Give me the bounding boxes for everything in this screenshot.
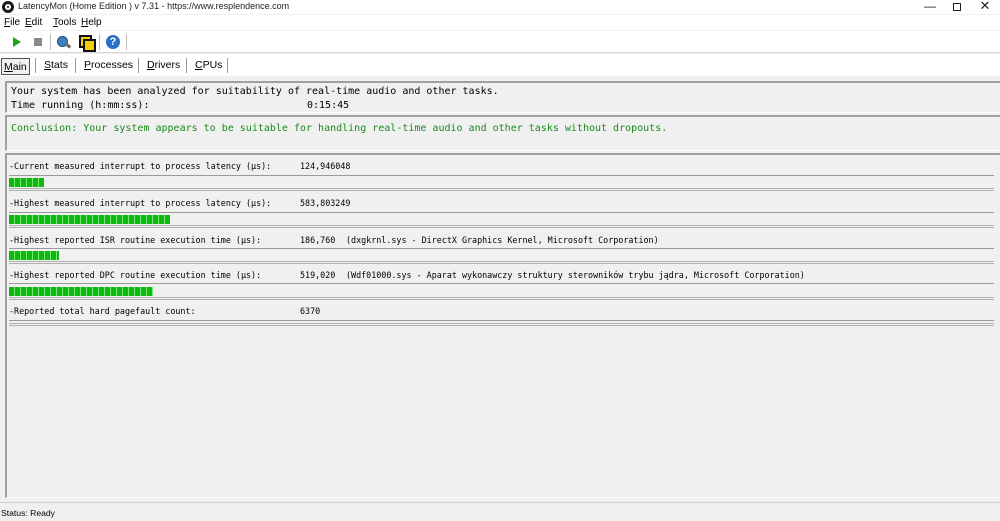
- isr-time-label: -Highest reported ISR routine execution …: [9, 235, 262, 245]
- current-latency-label: -Current measured interrupt to process l…: [9, 161, 272, 171]
- summary-panel: Your system has been analyzed for suitab…: [5, 81, 1000, 113]
- highest-latency-meter-fill: [9, 215, 170, 224]
- conclusion-text: Conclusion: Your system appears to be su…: [11, 123, 668, 134]
- menu-help[interactable]: Help: [81, 17, 102, 28]
- meter-baseline: [9, 225, 994, 228]
- time-running-value: 0:15:45: [307, 100, 350, 111]
- tab-drivers[interactable]: Drivers: [145, 57, 182, 74]
- dpc-driver-detail: (Wdf01000.sys - Aparat wykonawczy strukt…: [346, 270, 805, 280]
- toolbar-divider: [50, 34, 51, 50]
- menu-file[interactable]: File: [4, 17, 20, 28]
- help-icon[interactable]: [105, 34, 121, 50]
- metric-divider: [9, 283, 994, 284]
- title-bar: LatencyMon (Home Edition ) v 7.31 - http…: [0, 0, 1000, 14]
- menu-tools[interactable]: Tools: [53, 17, 76, 28]
- tab-cpus[interactable]: CPUs: [193, 57, 224, 74]
- current-latency-meter-fill: [9, 178, 44, 187]
- highest-latency-meter: [9, 215, 994, 224]
- windows-icon[interactable]: [78, 34, 96, 52]
- tab-main[interactable]: Main: [1, 58, 30, 75]
- app-logo-icon: [2, 1, 14, 13]
- meter-baseline: [9, 188, 994, 191]
- meter-baseline: [9, 261, 994, 264]
- tab-divider: [75, 58, 76, 73]
- metric-divider: [9, 320, 994, 321]
- summary-text: Your system has been analyzed for suitab…: [11, 86, 499, 97]
- metric-divider: [9, 212, 994, 213]
- current-latency-meter: [9, 178, 994, 187]
- isr-time-value: 186,760: [300, 235, 336, 245]
- toolbar-divider: [99, 34, 100, 50]
- dpc-time-meter-fill: [9, 287, 153, 296]
- conclusion-panel: Conclusion: Your system appears to be su…: [5, 115, 1000, 151]
- tab-bar: Main Stats Processes Drivers CPUs: [0, 54, 1000, 76]
- tab-divider: [227, 58, 228, 73]
- meter-baseline: [9, 297, 994, 300]
- tab-processes[interactable]: Processes: [82, 57, 135, 74]
- tab-divider: [138, 58, 139, 73]
- minimize-button[interactable]: —: [915, 0, 945, 14]
- toolbar-divider: [126, 34, 127, 50]
- menu-edit[interactable]: Edit: [25, 17, 42, 28]
- maximize-icon: [953, 3, 961, 11]
- status-bar: Status: Ready: [0, 502, 1000, 521]
- metric-divider: [9, 248, 994, 249]
- stop-icon[interactable]: [31, 34, 47, 50]
- pagefault-count-value: 6370: [300, 306, 321, 316]
- dpc-time-meter: [9, 287, 994, 296]
- close-button[interactable]: ✕: [970, 0, 1000, 14]
- menu-bar: File Edit Tools Help: [0, 15, 1000, 30]
- isr-time-meter-fill: [9, 251, 59, 260]
- dpc-time-label: -Highest reported DPC routine execution …: [9, 270, 262, 280]
- maximize-button[interactable]: [942, 0, 972, 14]
- analyze-icon[interactable]: [56, 34, 72, 50]
- time-running-label: Time running (h:mm:ss):: [11, 100, 150, 111]
- status-text: Status: Ready: [1, 508, 55, 518]
- window-title: LatencyMon (Home Edition ) v 7.31 - http…: [18, 1, 290, 11]
- meter-baseline: [9, 323, 994, 326]
- tab-divider: [186, 58, 187, 73]
- isr-time-meter: [9, 251, 994, 260]
- isr-driver-detail: (dxgkrnl.sys - DirectX Graphics Kernel, …: [346, 235, 659, 245]
- highest-latency-value: 583,803249: [300, 198, 351, 208]
- toolbar: [0, 31, 1000, 53]
- tab-divider: [35, 58, 36, 73]
- current-latency-value: 124,946048: [300, 161, 351, 171]
- highest-latency-label: -Highest measured interrupt to process l…: [9, 198, 272, 208]
- play-icon[interactable]: [10, 34, 26, 50]
- metric-divider: [9, 175, 994, 176]
- pagefault-count-label: -Reported total hard pagefault count:: [9, 306, 196, 316]
- tab-stats[interactable]: Stats: [42, 57, 70, 74]
- dpc-time-value: 519,020: [300, 270, 336, 280]
- metrics-panel: -Current measured interrupt to process l…: [5, 153, 1000, 498]
